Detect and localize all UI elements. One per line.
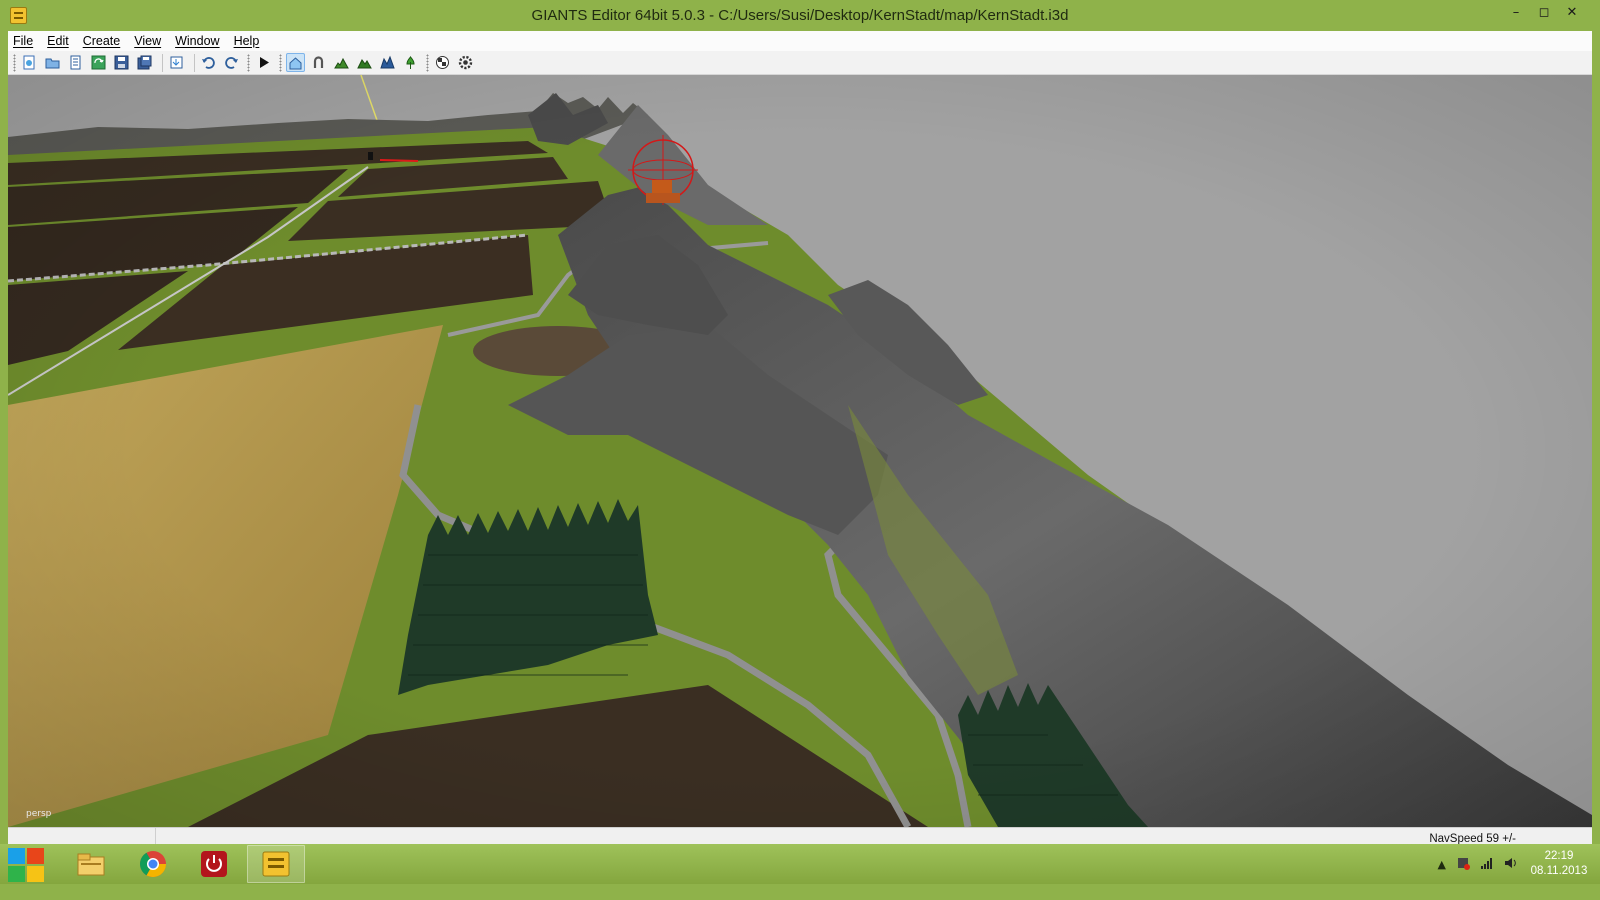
camera-label: persp [26,809,52,819]
menu-bar: File Edit Create View Window Help [8,31,1592,51]
undo-icon[interactable] [199,53,218,72]
network-adapter-icon[interactable] [1456,856,1470,873]
magnet-icon[interactable] [309,53,328,72]
title-bar[interactable]: GIANTS Editor 64bit 5.0.3 - C:/Users/Sus… [0,0,1600,31]
menu-view[interactable]: View [134,34,161,48]
home-icon[interactable] [286,53,305,72]
save-all-icon[interactable] [135,53,154,72]
gear-icon[interactable] [456,53,475,72]
volume-icon[interactable] [1504,856,1518,873]
giants-editor-icon[interactable] [247,845,305,883]
clock-date: 08.11.2013 [1530,865,1588,877]
toolbar-grip[interactable] [426,53,429,72]
status-bar: NavSpeed 59 +/- [8,827,1592,845]
refresh-icon[interactable] [89,53,108,72]
toolbar-grip[interactable] [247,53,250,72]
window-title: GIANTS Editor 64bit 5.0.3 - C:/Users/Sus… [531,7,1069,24]
maximize-button[interactable]: ◻ [1530,0,1558,24]
close-button[interactable]: ✕ [1558,0,1586,24]
menu-window[interactable]: Window [175,34,219,48]
depth-fog [8,75,1592,827]
power-icon[interactable] [185,845,243,883]
checker-gear-icon[interactable] [433,53,452,72]
menu-help[interactable]: Help [234,34,260,48]
system-tray: ▲ 22:19 08.11.2013 [1438,847,1590,881]
menu-edit[interactable]: Edit [47,34,69,48]
toolbar-grip[interactable] [13,53,16,72]
import-icon[interactable] [167,53,186,72]
chrome-icon[interactable] [124,845,182,883]
status-panel [8,828,156,844]
document-list-icon[interactable] [66,53,85,72]
clock-time: 22:19 [1544,850,1574,862]
system-clock[interactable]: 22:19 08.11.2013 [1528,849,1590,879]
show-hidden-icons-icon[interactable]: ▲ [1438,858,1446,871]
menu-file[interactable]: File [13,34,33,48]
terrain-paint-icon[interactable] [355,53,374,72]
terrain-texture-icon[interactable] [378,53,397,72]
minimize-button[interactable]: – [1502,0,1530,24]
terrain-icon[interactable] [332,53,351,72]
main-toolbar [8,51,1592,75]
save-icon[interactable] [112,53,131,72]
terrain-scene [8,75,1592,827]
new-file-icon[interactable] [20,53,39,72]
foliage-icon[interactable] [401,53,420,72]
toolbar-separator [162,53,163,72]
redo-icon[interactable] [222,53,241,72]
folder-open-icon[interactable] [43,53,62,72]
toolbar-grip[interactable] [279,53,282,72]
3d-viewport[interactable]: persp [8,75,1592,827]
windows-taskbar: ▲ 22:19 08.11.2013 [0,844,1600,900]
toolbar-separator [194,53,195,72]
giants-editor-window: GIANTS Editor 64bit 5.0.3 - C:/Users/Sus… [0,0,1600,860]
signal-strength-icon[interactable] [1480,856,1494,873]
file-explorer-icon[interactable] [62,845,120,883]
windows-start-icon[interactable] [8,846,46,882]
play-icon[interactable] [254,53,273,72]
menu-create[interactable]: Create [83,34,121,48]
